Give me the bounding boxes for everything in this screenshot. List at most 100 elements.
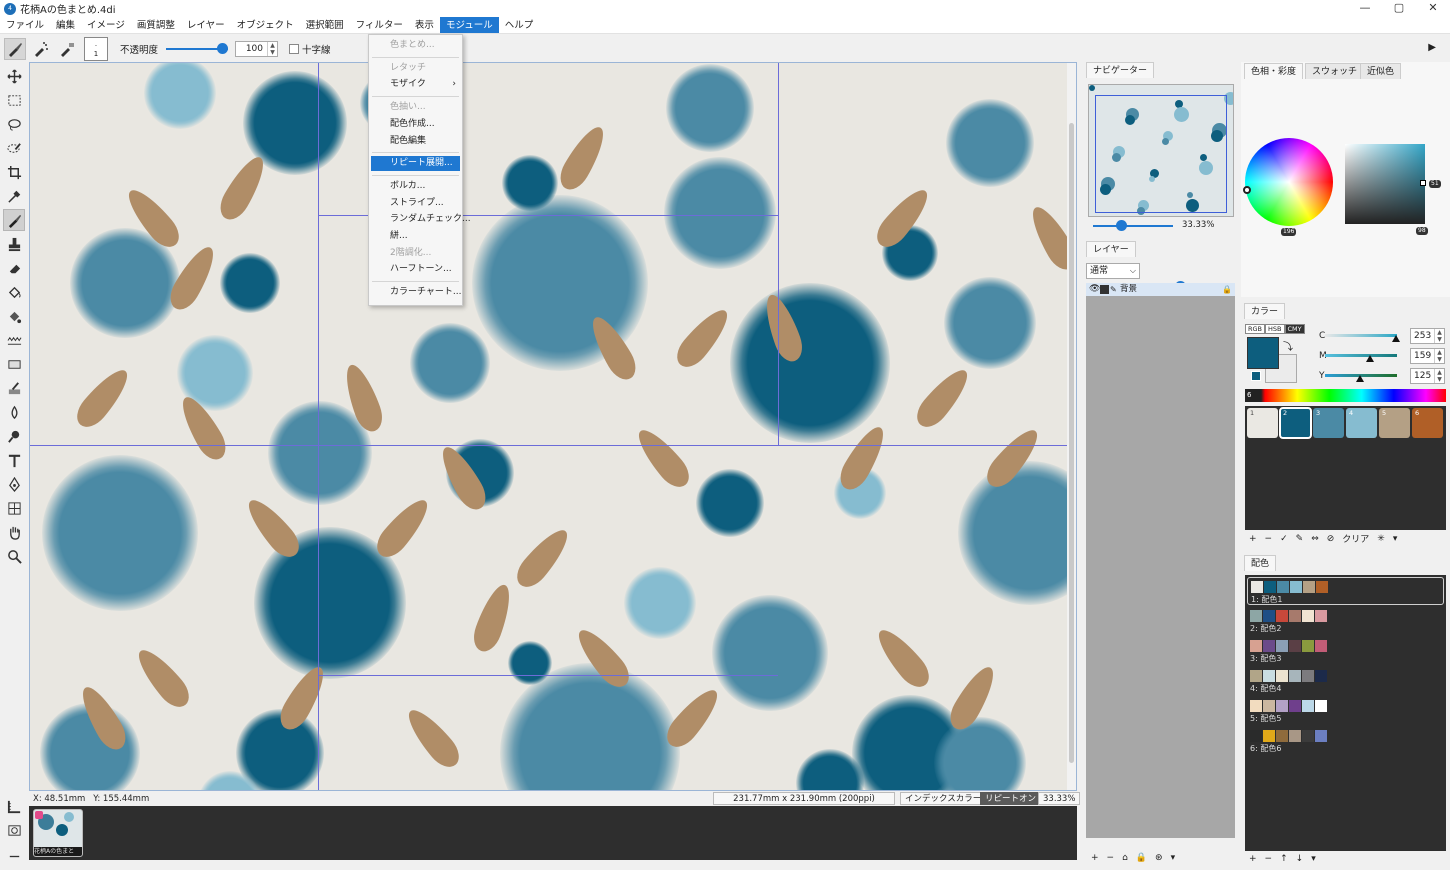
slider-knob[interactable]: [217, 43, 229, 54]
swatch-5[interactable]: 5: [1379, 408, 1410, 438]
zoom-tool[interactable]: [5, 547, 23, 565]
palette-row[interactable]: 5: 配色5: [1247, 697, 1444, 725]
channel-input[interactable]: 159 ▲ ▼: [1410, 348, 1445, 364]
channel-slider-thumb[interactable]: [1392, 335, 1401, 342]
layer-tool-0-icon[interactable]: +: [1091, 853, 1099, 863]
swatch-tool-0-icon[interactable]: +: [1249, 534, 1257, 544]
saturation-value-square[interactable]: [1345, 144, 1426, 224]
palette-row[interactable]: 4: 配色4: [1247, 667, 1444, 695]
module-menu-item-6[interactable]: 配色作成...: [371, 117, 460, 132]
menu-7[interactable]: フィルター: [350, 17, 409, 33]
tab-color-1[interactable]: スウォッチ: [1305, 63, 1365, 79]
navigator-preview[interactable]: [1088, 84, 1234, 217]
module-menu-item-9[interactable]: リピート展開...: [371, 156, 460, 172]
layer-tool-5-icon[interactable]: ▾: [1171, 853, 1176, 863]
module-menu-item-14[interactable]: 絣...: [371, 229, 460, 244]
swatch-tool-4-icon[interactable]: ⇔: [1311, 534, 1319, 544]
hue-marker[interactable]: [1243, 186, 1251, 194]
color-mode-hsb[interactable]: HSB: [1265, 324, 1285, 334]
palette-row[interactable]: 2: 配色2: [1247, 607, 1444, 635]
brush-mode-texture-button[interactable]: [56, 38, 78, 60]
expand-right-arrow-icon[interactable]: ▶: [1428, 42, 1436, 53]
menu-1[interactable]: 編集: [50, 17, 81, 33]
menu-2[interactable]: イメージ: [81, 17, 131, 33]
menu-9[interactable]: モジュール: [439, 17, 499, 33]
lasso-tool[interactable]: [5, 115, 23, 133]
canvas-viewport[interactable]: [29, 62, 1077, 791]
module-menu-item-18[interactable]: カラーチャート...: [371, 285, 462, 300]
scroll-thumb[interactable]: [1069, 123, 1074, 763]
module-menu-item-13[interactable]: ランダムチェック...: [371, 212, 471, 227]
document-thumbnail[interactable]: 花柄Aの色まと: [33, 809, 83, 857]
channel-spinner[interactable]: ▲ ▼: [1434, 349, 1444, 363]
pen-tool[interactable]: [5, 475, 23, 493]
quick-mask-tool[interactable]: [5, 821, 23, 839]
menu-8[interactable]: 表示: [409, 17, 440, 33]
repeat-toggle[interactable]: リピートオン: [980, 792, 1042, 805]
collapse-tools-icon[interactable]: [5, 847, 23, 865]
layer-tool-1-icon[interactable]: −: [1107, 853, 1115, 863]
sv-marker[interactable]: [1420, 180, 1426, 186]
crosshair-checkbox[interactable]: [289, 44, 300, 54]
navigator-view-box[interactable]: [1095, 95, 1227, 213]
channel-input[interactable]: 253 ▲ ▼: [1410, 328, 1445, 344]
swatch-3[interactable]: 3: [1313, 408, 1344, 438]
swatch-1[interactable]: 1: [1247, 408, 1278, 438]
close-button[interactable]: ✕: [1416, 0, 1450, 17]
color-mode[interactable]: インデックスカラー: [900, 792, 987, 805]
brush-mode-normal-button[interactable]: [4, 38, 26, 60]
channel-spinner[interactable]: ▲ ▼: [1434, 329, 1444, 343]
opacity-input[interactable]: 100 ▲ ▼: [235, 41, 279, 57]
layer-tool-2-icon[interactable]: ⌂: [1122, 853, 1128, 863]
pattern-fill-tool[interactable]: [5, 307, 23, 325]
swatch-tool-3-icon[interactable]: ✎: [1296, 534, 1304, 544]
color-spectrum-bar[interactable]: 6: [1245, 389, 1446, 402]
swatch-tool-7-icon[interactable]: ✳: [1377, 534, 1385, 544]
rectangle-tool[interactable]: [5, 355, 23, 373]
channel-spinner[interactable]: ▲ ▼: [1434, 369, 1444, 383]
navigator-zoom-slider[interactable]: [1093, 220, 1173, 232]
palette-row[interactable]: 1: 配色1: [1247, 577, 1444, 605]
menu-6[interactable]: 選択範囲: [300, 17, 350, 33]
blend-mode-select[interactable]: 通常 ⌵: [1086, 263, 1140, 279]
module-menu-item-3[interactable]: モザイク ›: [371, 77, 460, 92]
color-mode-cmy[interactable]: CMY: [1284, 324, 1305, 334]
palette-tool-1-icon[interactable]: −: [1265, 854, 1273, 864]
default-colors-icon[interactable]: [1251, 371, 1261, 381]
palette-row[interactable]: 6: 配色6: [1247, 727, 1444, 755]
dodge-tool[interactable]: [5, 427, 23, 445]
tab-color[interactable]: カラー: [1244, 303, 1286, 319]
move-tool[interactable]: [5, 67, 23, 85]
channel-slider[interactable]: [1325, 354, 1397, 357]
pattern-canvas[interactable]: [30, 63, 1068, 790]
module-menu-item-12[interactable]: ストライプ...: [371, 196, 460, 211]
module-menu-item-11[interactable]: ボルカ...: [371, 179, 460, 194]
lock-icon[interactable]: 🔒: [1222, 283, 1232, 296]
module-menu-item-16[interactable]: ハーフトーン...: [371, 262, 460, 277]
palette-tool-0-icon[interactable]: +: [1249, 854, 1257, 864]
swatch-2[interactable]: 2: [1279, 407, 1312, 439]
tab-color-0[interactable]: 色相・彩度: [1244, 63, 1304, 79]
eye-icon[interactable]: 👁: [1089, 283, 1100, 296]
zoom-level[interactable]: 33.33%: [1038, 792, 1081, 805]
blur-tool[interactable]: [5, 403, 23, 421]
crop-tool[interactable]: [5, 163, 23, 181]
wave-tool[interactable]: [5, 331, 23, 349]
swatch-6[interactable]: 6: [1412, 408, 1443, 438]
swatch-tool-8-icon[interactable]: ▾: [1393, 534, 1398, 544]
tab-color-2[interactable]: 近似色: [1360, 63, 1402, 79]
channel-input[interactable]: 125 ▲ ▼: [1410, 368, 1445, 384]
pen-fill-tool[interactable]: [5, 379, 23, 397]
layer-tool-4-icon[interactable]: ⊛: [1155, 853, 1163, 863]
menu-3[interactable]: 画質調整: [131, 17, 181, 33]
module-menu-item-7[interactable]: 配色編集: [371, 134, 460, 149]
channel-slider-thumb[interactable]: [1365, 355, 1374, 362]
tab-layers[interactable]: レイヤー: [1086, 241, 1136, 257]
hand-tool[interactable]: [5, 523, 23, 541]
swatch-tool-5-icon[interactable]: ⊘: [1327, 534, 1335, 544]
palette-tool-2-icon[interactable]: ↑: [1280, 854, 1288, 864]
vertical-scrollbar[interactable]: [1067, 63, 1076, 790]
eyedropper-tool[interactable]: [5, 187, 23, 205]
menu-10[interactable]: ヘルプ: [499, 17, 540, 33]
menu-5[interactable]: オブジェクト: [231, 17, 300, 33]
